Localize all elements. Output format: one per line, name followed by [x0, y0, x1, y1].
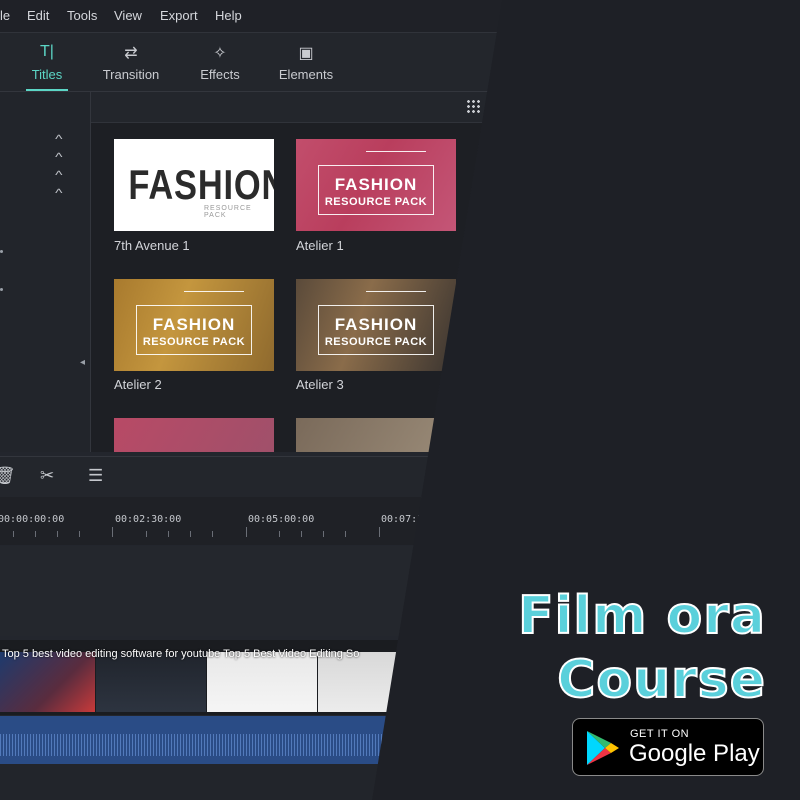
tick	[35, 531, 36, 537]
tick	[79, 531, 80, 537]
title-thumbnail[interactable]	[296, 418, 456, 452]
clip-title: Top 5 best video editing software for yo…	[2, 648, 360, 660]
video-track[interactable]: Top 5 best video editing software for yo…	[0, 640, 400, 715]
tick	[146, 531, 147, 537]
tab-titles[interactable]: T| Titles	[24, 33, 70, 91]
timeline-toolbar: 🗑 ✂ ☰	[0, 456, 502, 498]
frame-line	[366, 151, 426, 152]
tab-effects[interactable]: ✧ Effects	[196, 33, 244, 91]
title-thumbnail[interactable]: FASHION RESOURCE PACK	[114, 139, 274, 231]
thumbnail-title-text: FASHION	[152, 315, 236, 334]
title-thumbnail[interactable]: FASHION RESOURCE PACK	[114, 279, 274, 371]
video-clip-frame	[207, 652, 317, 712]
time-label: 00:02:30:00	[115, 514, 182, 525]
tab-label: Elements	[278, 67, 334, 82]
thumbnail-label: Atelier 2	[114, 377, 162, 392]
frame-line	[366, 291, 426, 292]
scissors-icon[interactable]: ✂	[40, 466, 54, 486]
google-play-badge[interactable]: GET IT ON Google Play	[572, 718, 764, 776]
tick-major	[112, 527, 113, 537]
thumbnail-title-text: FASHION	[128, 161, 274, 208]
library-header	[91, 92, 502, 123]
thumbnail-label: Atelier 1	[296, 238, 344, 253]
badge-caption: GET IT ON	[630, 728, 690, 740]
tick	[190, 531, 191, 537]
time-label: 00:05:00:00	[248, 514, 315, 525]
tick	[345, 531, 346, 537]
time-label: 00:00:00:00	[0, 514, 65, 525]
chevron-up-icon[interactable]: ^	[55, 186, 62, 200]
tick	[57, 531, 58, 537]
thumbnail-subtitle-text: RESOURCE PACK	[324, 336, 428, 348]
tick	[212, 531, 213, 537]
tab-transition[interactable]: ⇄ Transition	[100, 33, 162, 91]
tab-label: Effects	[200, 67, 240, 82]
audio-waveform	[0, 734, 400, 756]
time-label: 00:07:3	[381, 514, 424, 525]
promo-title-line-2: Course	[556, 649, 766, 711]
transition-icon: ⇄	[124, 45, 138, 62]
audio-track[interactable]	[0, 716, 400, 764]
elements-icon: ▣	[298, 45, 314, 62]
titles-library: FASHION RESOURCE PACK 7th Avenue 1 FASHI…	[91, 92, 502, 452]
video-clip-frame	[0, 652, 95, 712]
tick	[323, 531, 324, 537]
frame-line	[184, 291, 244, 292]
adjust-icon[interactable]: ☰	[88, 466, 103, 486]
promo-title-line-1: Film ora	[517, 585, 766, 647]
chevron-up-icon[interactable]: ^	[55, 168, 62, 182]
effects-icon: ✧	[213, 45, 227, 62]
title-thumbnail[interactable]: FASHION RESOURCE PACK	[296, 139, 456, 231]
video-clip-frame	[318, 652, 400, 712]
sidebar-dot	[0, 288, 3, 291]
delete-icon[interactable]: 🗑	[0, 466, 16, 486]
menu-file[interactable]: le	[0, 8, 10, 23]
tick	[301, 531, 302, 537]
sidebar-dot	[0, 250, 3, 253]
menu-tools[interactable]: Tools	[67, 8, 97, 23]
thumbnail-title-text: FASHION	[334, 175, 418, 194]
tick	[13, 531, 14, 537]
title-thumbnail[interactable]: FASHION RESOURCE PACK	[296, 279, 456, 371]
chevron-up-icon[interactable]: ^	[55, 150, 62, 164]
thumbnail-subtitle-text: RESOURCE PACK	[324, 196, 428, 208]
menu-help[interactable]: Help	[215, 8, 242, 23]
tick-major	[379, 527, 380, 537]
empty-track[interactable]	[0, 764, 400, 800]
thumbnail-label: Atelier 3	[296, 377, 344, 392]
media-tabs: T| Titles ⇄ Transition ✧ Effects ▣ Eleme…	[0, 33, 502, 92]
badge-store-name: Google Play	[629, 740, 760, 767]
thumbnail-label: 7th Avenue 1	[114, 238, 190, 253]
collapse-arrow-icon[interactable]: ◂	[80, 357, 85, 368]
title-thumbnail[interactable]	[114, 418, 274, 452]
grid-view-icon[interactable]	[466, 99, 480, 113]
chevron-up-icon[interactable]: ^	[55, 132, 62, 146]
menu-export[interactable]: Export	[160, 8, 198, 23]
thumbnail-title-text: FASHION	[334, 315, 418, 334]
menu-bar: le Edit Tools View Export Help	[0, 0, 502, 33]
titles-icon: T|	[40, 43, 54, 60]
menu-edit[interactable]: Edit	[27, 8, 49, 23]
empty-track[interactable]	[0, 546, 502, 636]
tab-label: Transition	[102, 67, 160, 82]
tab-elements[interactable]: ▣ Elements	[276, 33, 336, 91]
tick	[279, 531, 280, 537]
tick-major	[246, 527, 247, 537]
google-play-icon	[587, 731, 619, 765]
tick	[168, 531, 169, 537]
menu-view[interactable]: View	[114, 8, 142, 23]
thumbnail-subtitle-text: RESOURCE PACK	[142, 336, 246, 348]
tab-label: Titles	[31, 67, 63, 82]
timeline-ruler[interactable]: 00:00:00:00 00:02:30:00 00:05:00:00 00:0…	[0, 497, 502, 545]
category-sidebar: ^ ^ ^ ^ ◂	[0, 92, 91, 452]
video-clip-frame	[96, 652, 206, 712]
thumbnail-subtitle-text: RESOURCE PACK	[204, 205, 252, 219]
